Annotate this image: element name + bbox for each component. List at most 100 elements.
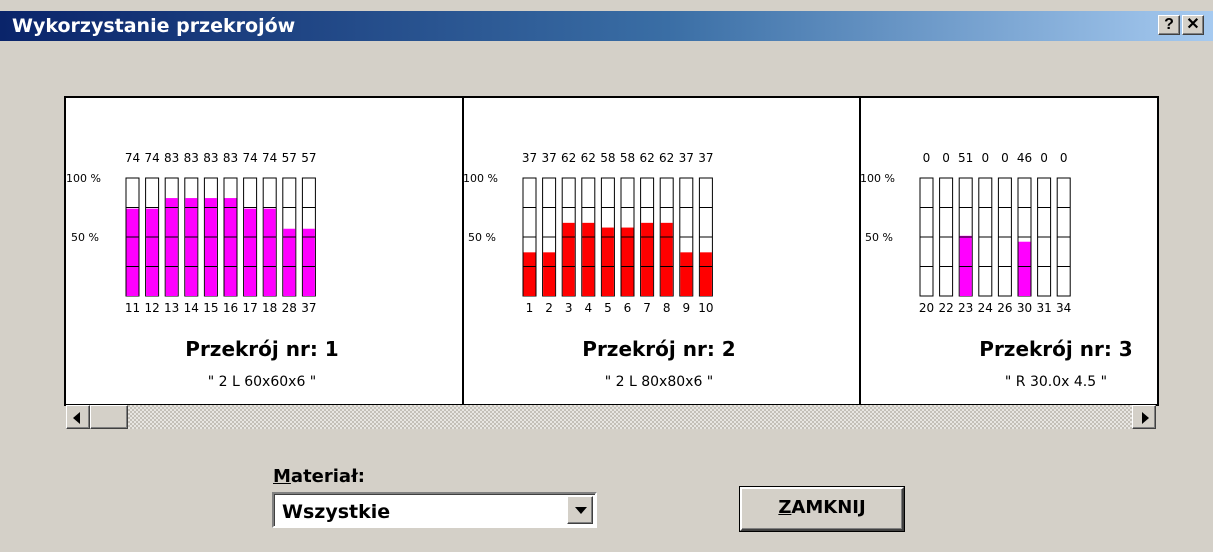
bar-category-label: 23 (958, 301, 973, 315)
bar-category-label: 1 (526, 301, 534, 315)
bar (621, 227, 634, 296)
bar-category-label: 4 (584, 301, 592, 315)
bar-value-label: 0 (942, 151, 950, 165)
arrow-left-icon (73, 412, 80, 424)
bar-value-label: 74 (125, 151, 140, 165)
y-label-100: 100 % (860, 172, 895, 185)
material-select-value: Wszystkie (282, 501, 391, 523)
bar-value-label: 58 (620, 151, 635, 165)
bar-category-label: 6 (624, 301, 632, 315)
y-label-100: 100 % (66, 172, 101, 185)
window-title: Wykorzystanie przekrojów (12, 15, 296, 37)
y-label-50: 50 % (71, 231, 99, 244)
bar-value-label: 83 (164, 151, 179, 165)
bar-value-label: 62 (581, 151, 596, 165)
section-usage-charts: 100 %50 %7411741283138314831583167417741… (66, 98, 1133, 404)
material-label-accel: M (273, 466, 291, 487)
bar-category-label: 12 (144, 301, 159, 315)
dialog-window: Wykorzystanie przekrojów ? ✕ 100 % 50 % 74… (0, 0, 1213, 552)
bar-value-label: 58 (600, 151, 615, 165)
close-button-accel: Z (778, 497, 792, 518)
bar-value-label: 37 (698, 151, 713, 165)
bar (244, 208, 257, 296)
bar-category-label: 37 (301, 301, 316, 315)
section-title: Przekrój nr: 2 (582, 337, 735, 361)
section-profile: " 2 L 80x80x6 " (605, 374, 714, 390)
bar (641, 222, 654, 296)
close-window-button[interactable]: ✕ (1182, 15, 1204, 35)
bar (543, 252, 556, 296)
bar-category-label: 3 (565, 301, 573, 315)
bar-category-label: 9 (682, 301, 690, 315)
bar-category-label: 10 (698, 301, 713, 315)
bar (146, 208, 159, 296)
scroll-left-button[interactable] (66, 405, 90, 429)
material-label-rest: ateriał: (290, 466, 365, 487)
horizontal-scrollbar[interactable] (66, 405, 1156, 429)
bar (204, 198, 217, 296)
bar-value-label: 0 (1001, 151, 1009, 165)
material-dropdown-button[interactable] (567, 496, 593, 524)
title-bar[interactable]: Wykorzystanie przekrojów ? ✕ (0, 11, 1213, 41)
bar (959, 235, 972, 296)
bar (224, 198, 237, 296)
section-usage-chart-panel: 100 % 50 % 74 11 74 12 83 13 83 14 83 15 83 16 74 17 74 1… (64, 96, 1159, 406)
bar-value-label: 74 (262, 151, 277, 165)
arrow-right-icon (1142, 412, 1149, 424)
bar-category-label: 34 (1056, 301, 1071, 315)
bar-value-label: 0 (923, 151, 931, 165)
bar (582, 222, 595, 296)
scroll-thumb[interactable] (90, 405, 128, 429)
bar-category-label: 22 (938, 301, 953, 315)
material-select[interactable]: Wszystkie (272, 492, 597, 528)
bar-category-label: 14 (184, 301, 199, 315)
section-title: Przekrój nr: 3 (979, 337, 1132, 361)
bar-category-label: 17 (242, 301, 257, 315)
bar-value-label: 37 (541, 151, 556, 165)
bar-value-label: 74 (144, 151, 159, 165)
bar-value-label: 83 (223, 151, 238, 165)
bar-category-label: 16 (223, 301, 238, 315)
bar-category-label: 31 (1036, 301, 1051, 315)
bar-value-label: 83 (184, 151, 199, 165)
chevron-down-icon (575, 507, 587, 514)
bar (699, 252, 712, 296)
bar-value-label: 62 (659, 151, 674, 165)
bar-category-label: 30 (1017, 301, 1032, 315)
bar-category-label: 7 (643, 301, 651, 315)
bar (302, 228, 315, 296)
bar-category-label: 20 (919, 301, 934, 315)
close-button[interactable]: ZAMKNIJ (740, 487, 904, 531)
bar-category-label: 11 (125, 301, 140, 315)
material-label: Materiał: (273, 466, 365, 487)
section-profile: " 2 L 60x60x6 " (208, 374, 317, 390)
bar-value-label: 0 (981, 151, 989, 165)
y-label-50: 50 % (865, 231, 893, 244)
bar-value-label: 0 (1060, 151, 1068, 165)
bar-category-label: 15 (203, 301, 218, 315)
bar (680, 252, 693, 296)
bar (283, 228, 296, 296)
bar-category-label: 18 (262, 301, 277, 315)
help-button[interactable]: ? (1158, 15, 1180, 35)
bar-value-label: 83 (203, 151, 218, 165)
bar (263, 208, 276, 296)
bar (601, 227, 614, 296)
bar-category-label: 2 (545, 301, 553, 315)
close-button-rest: AMKNIJ (791, 497, 866, 518)
bar (185, 198, 198, 296)
scroll-right-button[interactable] (1132, 405, 1156, 429)
section-title: Przekrój nr: 1 (185, 337, 338, 361)
bar-category-label: 5 (604, 301, 612, 315)
bar-value-label: 62 (561, 151, 576, 165)
bar-value-label: 37 (522, 151, 537, 165)
bar (562, 222, 575, 296)
bar-value-label: 51 (958, 151, 973, 165)
bar-category-label: 24 (978, 301, 993, 315)
bar (523, 252, 536, 296)
bar (165, 198, 178, 296)
bar-value-label: 74 (242, 151, 257, 165)
bar-category-label: 8 (663, 301, 671, 315)
y-label-50: 50 % (468, 231, 496, 244)
bar (660, 222, 673, 296)
